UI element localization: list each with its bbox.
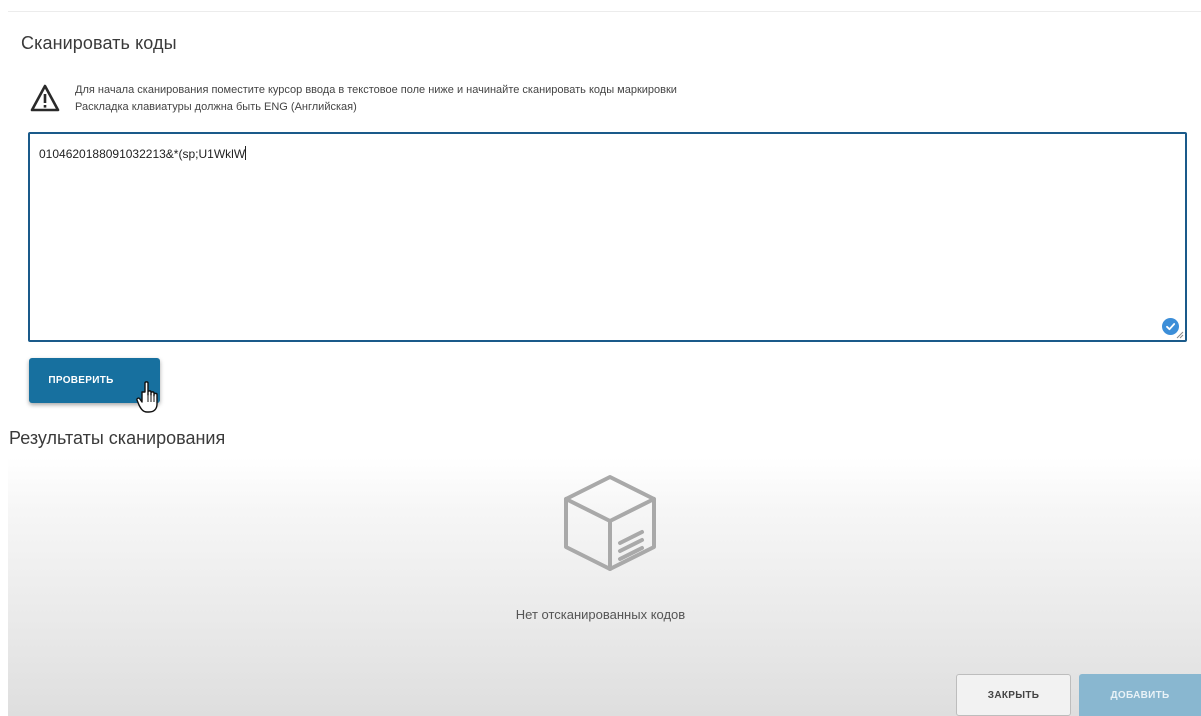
notice-line-layout: Раскладка клавиатуры должна быть ENG (Ан…	[75, 101, 357, 113]
add-button[interactable]: ДОБАВИТЬ	[1079, 674, 1201, 716]
close-button[interactable]: ЗАКРЫТЬ	[956, 674, 1071, 716]
dialog-title: Сканировать коды	[21, 33, 177, 53]
notice-text: Для начала сканирования поместите курсор…	[75, 82, 677, 116]
check-button-label: ПРОВЕРИТЬ	[48, 375, 114, 386]
add-button-label: ДОБАВИТЬ	[1110, 689, 1170, 701]
warning-icon	[30, 84, 60, 112]
dialog-top-divider	[8, 11, 1201, 12]
scan-codes-textarea[interactable]: 0104620188091032213&*(sp;U1WklW	[28, 132, 1187, 342]
close-button-label: ЗАКРЫТЬ	[987, 689, 1040, 701]
hand-pointer-icon	[136, 381, 158, 413]
text-caret	[245, 146, 247, 160]
scan-textarea-value: 0104620188091032213&*(sp;U1WklW	[39, 146, 247, 161]
empty-results-text: Нет отсканированных кодов	[515, 607, 686, 622]
resize-grip-icon[interactable]	[1176, 331, 1184, 339]
empty-box-icon	[564, 475, 656, 571]
notice-line-instructions: Для начала сканирования поместите курсор…	[75, 84, 677, 96]
results-title: Результаты сканирования	[9, 428, 226, 448]
scan-notice: Для начала сканирования поместите курсор…	[30, 82, 677, 116]
